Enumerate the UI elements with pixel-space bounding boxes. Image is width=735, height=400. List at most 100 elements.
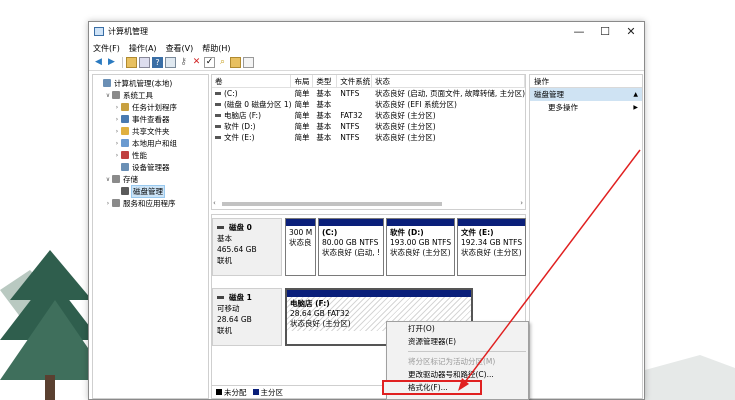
search-icon[interactable]: ⌕ <box>217 57 228 68</box>
partition-name: (C:) <box>322 228 338 237</box>
refresh-icon[interactable] <box>230 57 241 68</box>
expand-right-icon[interactable]: › <box>113 116 121 123</box>
back-icon[interactable]: ◀ <box>93 57 104 68</box>
volume-icon <box>215 92 221 95</box>
folder-up-icon[interactable] <box>126 57 137 68</box>
delete-icon[interactable]: ✕ <box>191 57 202 68</box>
col-status[interactable]: 状态 <box>372 75 525 87</box>
volume-icon <box>215 103 221 106</box>
close-button[interactable]: ✕ <box>618 22 644 41</box>
expand-right-icon[interactable]: › <box>113 104 121 111</box>
disk-1-info[interactable]: 磁盘 1 可移动 28.64 GB 联机 <box>212 288 282 346</box>
context-menu-item-1[interactable]: 资源管理器(E) <box>387 335 528 348</box>
check-icon[interactable]: ✓ <box>204 57 215 68</box>
tree-item-6[interactable]: › 性能 <box>93 149 208 161</box>
tree-item-label: 磁盘管理 <box>131 184 165 198</box>
menu-view[interactable]: 查看(V) <box>166 43 194 54</box>
context-menu-item-0[interactable]: 打开(O) <box>387 322 528 335</box>
computer-management-icon <box>94 27 104 36</box>
list-icon[interactable] <box>243 57 254 68</box>
tree-item-10[interactable]: › 服务和应用程序 <box>93 197 208 209</box>
actions-header: 操作 <box>530 75 642 88</box>
cell-status: 状态良好 (主分区) <box>375 111 436 120</box>
disk-0-partitions: 300 M 状态良 (C:) 80.00 GB NTFS 状态良好 (启动, ! 软件… <box>285 218 526 276</box>
tree-item-0[interactable]: 计算机管理(本地) <box>93 77 208 89</box>
actions-section-disk-management[interactable]: 磁盘管理 ▲ <box>530 88 642 101</box>
col-type[interactable]: 类型 <box>313 75 338 87</box>
tree-item-label: 共享文件夹 <box>132 126 170 136</box>
cell-volume-text: 电脑店 (F:) <box>224 111 261 120</box>
clock-icon <box>121 103 129 111</box>
menu-action[interactable]: 操作(A) <box>129 43 157 54</box>
table-row[interactable]: 电脑店 (F:) 简单 基本 FAT32 状态良好 (主分区) <box>212 110 525 121</box>
table-row[interactable]: 软件 (D:) 简单 基本 NTFS 状态良好 (主分区) <box>212 121 525 132</box>
scrollbar-thumb[interactable] <box>222 202 442 206</box>
horizontal-scrollbar[interactable]: ‹ › <box>212 199 525 209</box>
context-menu-format[interactable]: 格式化(F)... <box>382 380 482 395</box>
partition-c[interactable]: (C:) 80.00 GB NTFS 状态良好 (启动, ! <box>318 218 384 276</box>
cell-status: 状态良好 (启动, 页面文件, 故障转储, 主分区) <box>375 89 525 98</box>
tree-item-label: 任务计划程序 <box>132 102 177 112</box>
cell-status: 状态良好 (主分区) <box>375 122 436 131</box>
expand-right-icon[interactable]: › <box>113 152 121 159</box>
partition-e[interactable]: 文件 (E:) 192.34 GB NTFS 状态良好 (主分区) <box>457 218 526 276</box>
performance-icon <box>121 151 129 159</box>
tree-item-8[interactable]: ∨ 存储 <box>93 173 208 185</box>
properties-icon[interactable] <box>139 57 150 68</box>
table-row[interactable]: (磁盘 0 磁盘分区 1) 简单 基本 状态良好 (EFI 系统分区) <box>212 99 525 110</box>
partition-efi[interactable]: 300 M 状态良 <box>285 218 316 276</box>
cell-type: 基本 <box>316 133 332 142</box>
collapse-up-icon[interactable]: ▲ <box>633 88 638 101</box>
cell-layout: 简单 <box>294 89 310 98</box>
table-row[interactable]: 文件 (E:) 简单 基本 NTFS 状态良好 (主分区) <box>212 132 525 143</box>
tree-item-9[interactable]: 磁盘管理 <box>93 184 208 198</box>
col-layout[interactable]: 布局 <box>291 75 314 87</box>
tree-item-7[interactable]: 设备管理器 <box>93 161 208 173</box>
expand-right-icon[interactable]: › <box>113 128 121 135</box>
help-icon[interactable]: ? <box>152 57 163 68</box>
tree-item-1[interactable]: ∨ 系统工具 <box>93 89 208 101</box>
unallocated-swatch <box>216 389 222 395</box>
minimize-button[interactable]: — <box>566 22 592 41</box>
tree-item-2[interactable]: › 任务计划程序 <box>93 101 208 113</box>
submenu-arrow-icon: ▶ <box>633 104 638 111</box>
cell-layout: 简单 <box>294 111 310 120</box>
partition-name: 软件 (D:) <box>390 228 424 237</box>
key-icon[interactable]: ⚷ <box>178 57 189 68</box>
context-menu-item-4[interactable]: 更改驱动器号和路径(C)... <box>387 368 528 381</box>
partition-size: 193.00 GB NTFS <box>390 238 452 247</box>
more-actions[interactable]: 更多操作 ▶ <box>530 101 642 114</box>
tree-item-3[interactable]: › 事件查看器 <box>93 113 208 125</box>
volume-icon <box>215 136 221 139</box>
computer-management-window: 计算机管理 — ☐ ✕ 文件(F) 操作(A) 查看(V) 帮助(H) ◀ ▶ … <box>88 21 645 400</box>
tree-item-5[interactable]: › 本地用户和组 <box>93 137 208 149</box>
cell-volume: (C:) <box>212 88 291 99</box>
disk-icon <box>217 296 224 299</box>
forward-icon[interactable]: ▶ <box>106 57 117 68</box>
maximize-button[interactable]: ☐ <box>592 22 618 41</box>
partition-d[interactable]: 软件 (D:) 193.00 GB NTFS 状态良好 (主分区) <box>386 218 455 276</box>
partition-size: 28.64 GB FAT32 <box>290 309 350 318</box>
menu-help[interactable]: 帮助(H) <box>202 43 230 54</box>
tree-item-4[interactable]: › 共享文件夹 <box>93 125 208 137</box>
scroll-left-icon[interactable]: ‹ <box>213 199 216 207</box>
expand-down-icon[interactable]: ∨ <box>104 92 112 99</box>
expand-right-icon[interactable]: › <box>113 140 121 147</box>
scroll-right-icon[interactable]: › <box>520 199 523 207</box>
disk-0-info[interactable]: 磁盘 0 基本 465.64 GB 联机 <box>212 218 282 276</box>
partition-status: 状态良好 (启动, ! <box>322 248 381 257</box>
col-volume[interactable]: 卷 <box>212 75 292 87</box>
menu-file[interactable]: 文件(F) <box>93 43 120 54</box>
expand-right-icon[interactable]: › <box>104 200 112 207</box>
disk-type: 可移动 <box>217 304 240 313</box>
title-bar: 计算机管理 — ☐ ✕ <box>89 22 644 41</box>
col-filesystem[interactable]: 文件系统 <box>337 75 373 87</box>
expand-down-icon[interactable]: ∨ <box>104 176 112 183</box>
tree-item-label: 本地用户和组 <box>132 138 177 148</box>
computer-icon <box>103 79 111 87</box>
context-menu-item-3: 将分区标记为活动分区(M) <box>408 357 496 366</box>
table-row[interactable]: (C:) 简单 基本 NTFS 状态良好 (启动, 页面文件, 故障转储, 主分区) <box>212 88 525 99</box>
view-icon[interactable] <box>165 57 176 68</box>
folder-icon <box>121 127 129 135</box>
cell-layout: 简单 <box>294 133 310 142</box>
